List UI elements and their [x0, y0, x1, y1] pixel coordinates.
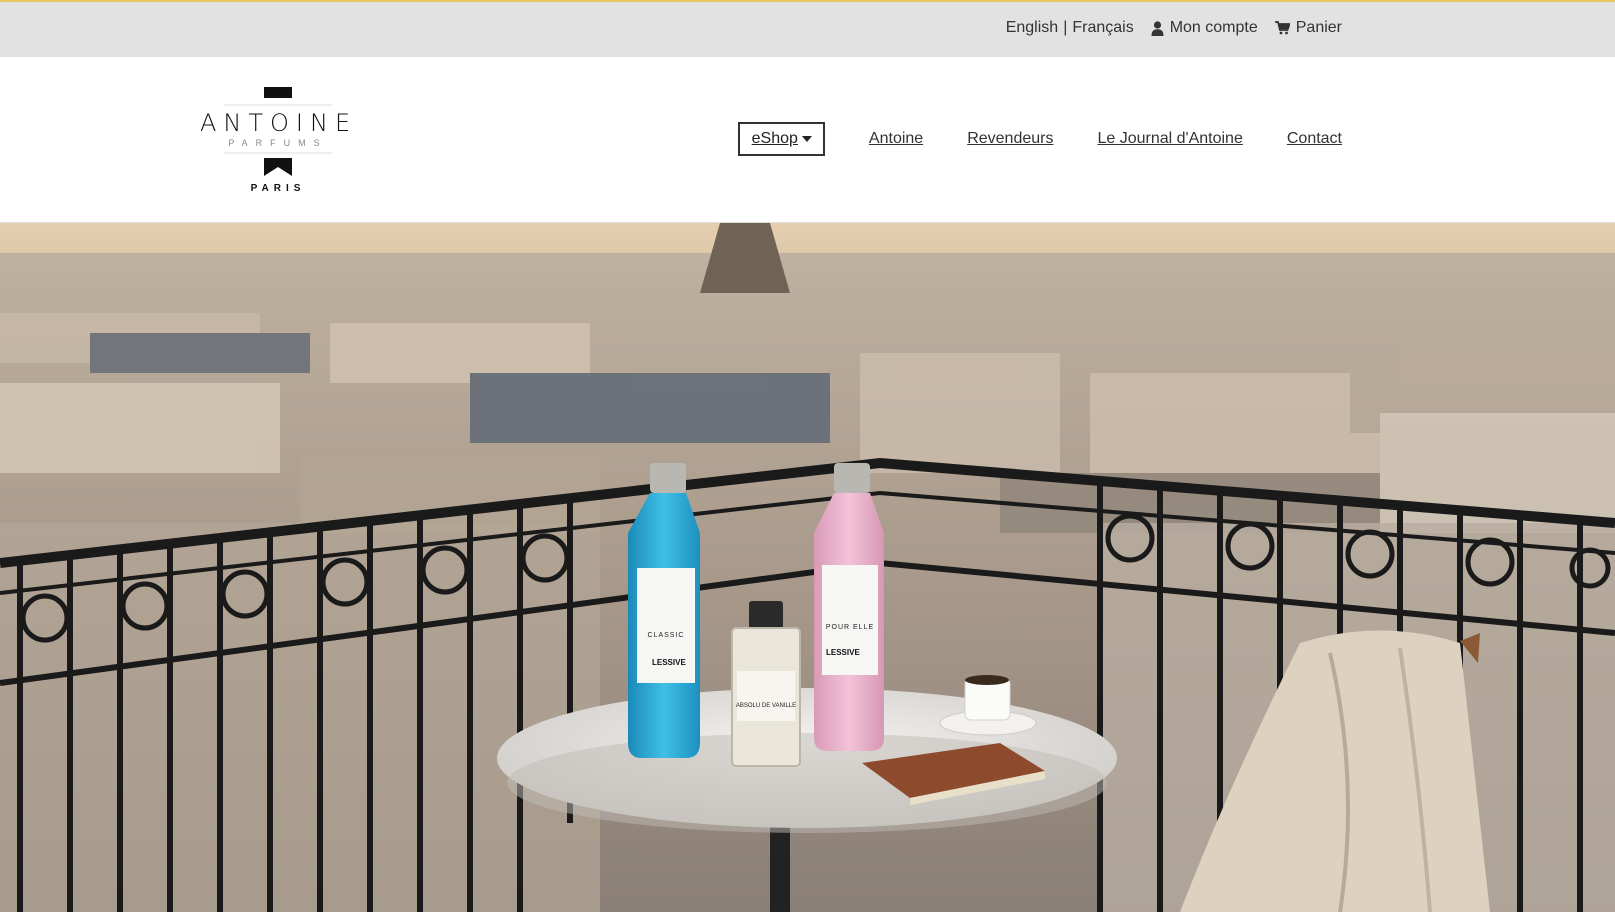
bottle-pink-type: LESSIVE [826, 648, 860, 657]
caret-down-icon [801, 136, 812, 142]
cart-icon [1274, 21, 1290, 35]
nav-item-contact[interactable]: Contact [1287, 130, 1342, 148]
nav-eshop-dropdown[interactable]: eShop [737, 122, 825, 156]
cart-label: Panier [1295, 19, 1342, 36]
bottle-pink-label: POUR ELLE [826, 624, 874, 631]
hero-banner: CLASSIC LESSIVE ABSOLU DE VANILLE POUR E… [0, 223, 1615, 912]
top-utility-bar: English | Français Mon compte Panier [0, 0, 1615, 57]
user-icon [1151, 20, 1164, 36]
main-nav: eShop Antoine Revendeurs Le Journal d'An… [737, 122, 1342, 156]
logo-city: PARIS [250, 183, 306, 194]
nav-item-journal[interactable]: Le Journal d'Antoine [1097, 130, 1242, 148]
language-switcher: English | Français [1006, 19, 1134, 37]
brand-logo[interactable]: ANTOINE PARFUMS PARIS [200, 87, 356, 195]
bottle-blue-label: CLASSIC [648, 632, 685, 639]
top-utility-links: English | Français Mon compte Panier [1006, 19, 1342, 37]
nav-eshop-label: eShop [751, 130, 798, 147]
lang-separator: | [1063, 19, 1068, 36]
main-header: ANTOINE PARFUMS PARIS eShop Antoine Reve… [0, 57, 1615, 223]
lang-francais-link[interactable]: Français [1072, 19, 1133, 37]
bottle-blue-type: LESSIVE [652, 658, 686, 667]
bottle-small-label: ABSOLU DE VANILLE [736, 703, 796, 709]
logo-wordmark: ANTOINE [200, 109, 358, 137]
hero-image: CLASSIC LESSIVE ABSOLU DE VANILLE POUR E… [0, 223, 1615, 912]
nav-item-revendeurs[interactable]: Revendeurs [967, 130, 1053, 148]
lang-english-link[interactable]: English [1006, 19, 1058, 37]
cart-link[interactable]: Panier [1274, 19, 1342, 37]
account-label: Mon compte [1169, 19, 1258, 36]
nav-item-antoine[interactable]: Antoine [869, 130, 923, 148]
logo-subtitle: PARFUMS [228, 138, 328, 148]
account-link[interactable]: Mon compte [1151, 19, 1258, 37]
